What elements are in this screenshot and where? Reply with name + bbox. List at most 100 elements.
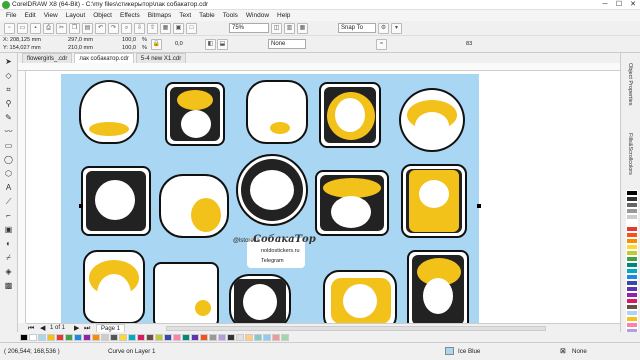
text-tool-icon[interactable]: A <box>3 182 15 194</box>
new-document-icon[interactable]: ▫ <box>4 22 15 34</box>
document-swatch[interactable] <box>65 333 73 341</box>
tab-flowergirls[interactable]: flowergirls_.cdr <box>22 53 73 63</box>
width-field[interactable]: 297,0 mm <box>68 37 93 44</box>
vertical-ruler[interactable] <box>18 71 26 323</box>
sticker-dog-sleeping[interactable] <box>79 80 139 144</box>
full-screen-preview-icon[interactable]: ◫ <box>271 22 282 34</box>
undo-icon[interactable]: ↶ <box>95 22 106 34</box>
export-icon[interactable]: ⇧ <box>147 22 158 34</box>
document-swatch[interactable] <box>173 333 181 341</box>
sticker-dog-moon[interactable] <box>319 82 381 148</box>
rulers-icon[interactable]: ▥ <box>284 22 295 34</box>
outline-width-dropdown[interactable]: None <box>268 39 306 49</box>
sticker-sheet-artwork[interactable]: @lstorella noldostickers.ru Telegram <box>61 74 479 332</box>
menu-bitmaps[interactable]: Bitmaps <box>148 12 171 19</box>
sticker-dog-pharaoh[interactable] <box>407 250 469 330</box>
print-icon[interactable]: ⎙ <box>43 22 54 34</box>
polygon-tool-icon[interactable]: ⬡ <box>3 168 15 180</box>
document-swatch[interactable] <box>92 333 100 341</box>
cut-icon[interactable]: ✂ <box>56 22 67 34</box>
publish-pdf-icon[interactable]: ▦ <box>160 22 171 34</box>
document-swatch[interactable] <box>110 333 118 341</box>
lock-ratio-icon[interactable]: 🔒 <box>151 39 162 50</box>
fullscreen-icon[interactable]: □ <box>186 22 197 34</box>
document-swatch[interactable] <box>38 333 46 341</box>
import-icon[interactable]: ⇩ <box>134 22 145 34</box>
zoom-tool-icon[interactable]: ⚲ <box>3 98 15 110</box>
document-swatch[interactable] <box>272 333 280 341</box>
fills-docker-tab[interactable]: Fills&Scrollcolors <box>627 133 633 175</box>
menu-view[interactable]: View <box>44 12 58 19</box>
document-swatch[interactable] <box>146 333 154 341</box>
menu-file[interactable]: File <box>6 12 16 19</box>
sticker-dog-goggles[interactable] <box>399 88 465 152</box>
document-swatch[interactable] <box>83 333 91 341</box>
interactive-fill-icon[interactable]: ◈ <box>3 266 15 278</box>
eyedropper-tool-icon[interactable]: ⌿ <box>3 252 15 264</box>
document-swatch[interactable] <box>254 333 262 341</box>
sticker-dog-round-badge[interactable] <box>236 154 308 226</box>
mirror-horizontal-icon[interactable]: ◧ <box>205 39 216 50</box>
document-swatch[interactable] <box>191 333 199 341</box>
document-swatch[interactable] <box>227 333 235 341</box>
rectangle-tool-icon[interactable]: ▭ <box>3 140 15 152</box>
menu-effects[interactable]: Effects <box>120 12 140 19</box>
paste-icon[interactable]: ▤ <box>82 22 93 34</box>
selection-handle-right[interactable] <box>477 204 481 208</box>
document-swatch[interactable] <box>263 333 271 341</box>
drop-shadow-icon[interactable]: ▣ <box>3 224 15 236</box>
grid-icon[interactable]: ▦ <box>297 22 308 34</box>
connector-tool-icon[interactable]: ⌐ <box>3 210 15 222</box>
sticker-dog-blanket[interactable] <box>159 174 229 238</box>
artistic-media-icon[interactable]: 〰 <box>3 126 15 138</box>
crop-tool-icon[interactable]: ⌗ <box>3 84 15 96</box>
document-swatch[interactable] <box>218 333 226 341</box>
height-field[interactable]: 210,0 mm <box>68 45 93 52</box>
document-swatch[interactable] <box>47 333 55 341</box>
ellipse-tool-icon[interactable]: ◯ <box>3 154 15 166</box>
sticker-dog-eating[interactable] <box>315 170 389 236</box>
search-content-icon[interactable]: ⌕ <box>121 22 132 34</box>
sticker-dog-gold-suit[interactable] <box>401 164 467 238</box>
document-swatch[interactable] <box>20 333 28 341</box>
horizontal-scrollbar[interactable] <box>166 326 546 331</box>
scale-y-field[interactable]: 100,0 <box>122 45 136 52</box>
copy-icon[interactable]: ❐ <box>69 22 80 34</box>
document-swatch[interactable] <box>74 333 82 341</box>
document-swatch[interactable] <box>200 333 208 341</box>
transparency-tool-icon[interactable]: ◐ <box>3 238 15 250</box>
menu-table[interactable]: Table <box>199 12 215 19</box>
smoothing-icon[interactable]: ≈ <box>376 39 387 50</box>
document-swatch[interactable] <box>281 333 289 341</box>
document-swatch[interactable] <box>137 333 145 341</box>
sticker-dog-stretch[interactable] <box>246 80 308 144</box>
document-swatch[interactable] <box>155 333 163 341</box>
tab-sobakator[interactable]: лак собакатор.cdr <box>74 53 134 63</box>
sticker-dog-glasses[interactable] <box>153 262 219 328</box>
menu-edit[interactable]: Edit <box>24 12 35 19</box>
minimize-button[interactable]: ─ <box>598 0 612 10</box>
horizontal-ruler[interactable] <box>18 63 620 71</box>
options-gear-icon[interactable]: ⚙ <box>378 22 389 34</box>
document-swatch[interactable] <box>128 333 136 341</box>
menu-layout[interactable]: Layout <box>66 12 86 19</box>
x-position-field[interactable]: X: 208,125 mm <box>3 37 41 44</box>
menu-text[interactable]: Text <box>179 12 191 19</box>
document-swatch[interactable] <box>182 333 190 341</box>
document-swatch[interactable] <box>56 333 64 341</box>
close-button[interactable]: ✕ <box>626 0 640 10</box>
maximize-button[interactable]: ☐ <box>612 0 626 10</box>
document-swatch[interactable] <box>236 333 244 341</box>
sticker-dog-ornate[interactable] <box>81 166 151 236</box>
sticker-dog-corgi[interactable] <box>83 250 145 324</box>
freehand-tool-icon[interactable]: ✎ <box>3 112 15 124</box>
shape-tool-icon[interactable]: ◇ <box>3 70 15 82</box>
menu-window[interactable]: Window <box>246 12 269 19</box>
selection-handle-left[interactable] <box>79 204 83 208</box>
scale-x-field[interactable]: 100,0 <box>122 37 136 44</box>
parallel-dimension-icon[interactable]: ⟋ <box>3 196 15 208</box>
y-position-field[interactable]: Y: 154,027 mm <box>3 45 41 52</box>
launch-icon[interactable]: ▾ <box>391 22 402 34</box>
document-swatch[interactable] <box>209 333 217 341</box>
document-swatch[interactable] <box>29 333 37 341</box>
